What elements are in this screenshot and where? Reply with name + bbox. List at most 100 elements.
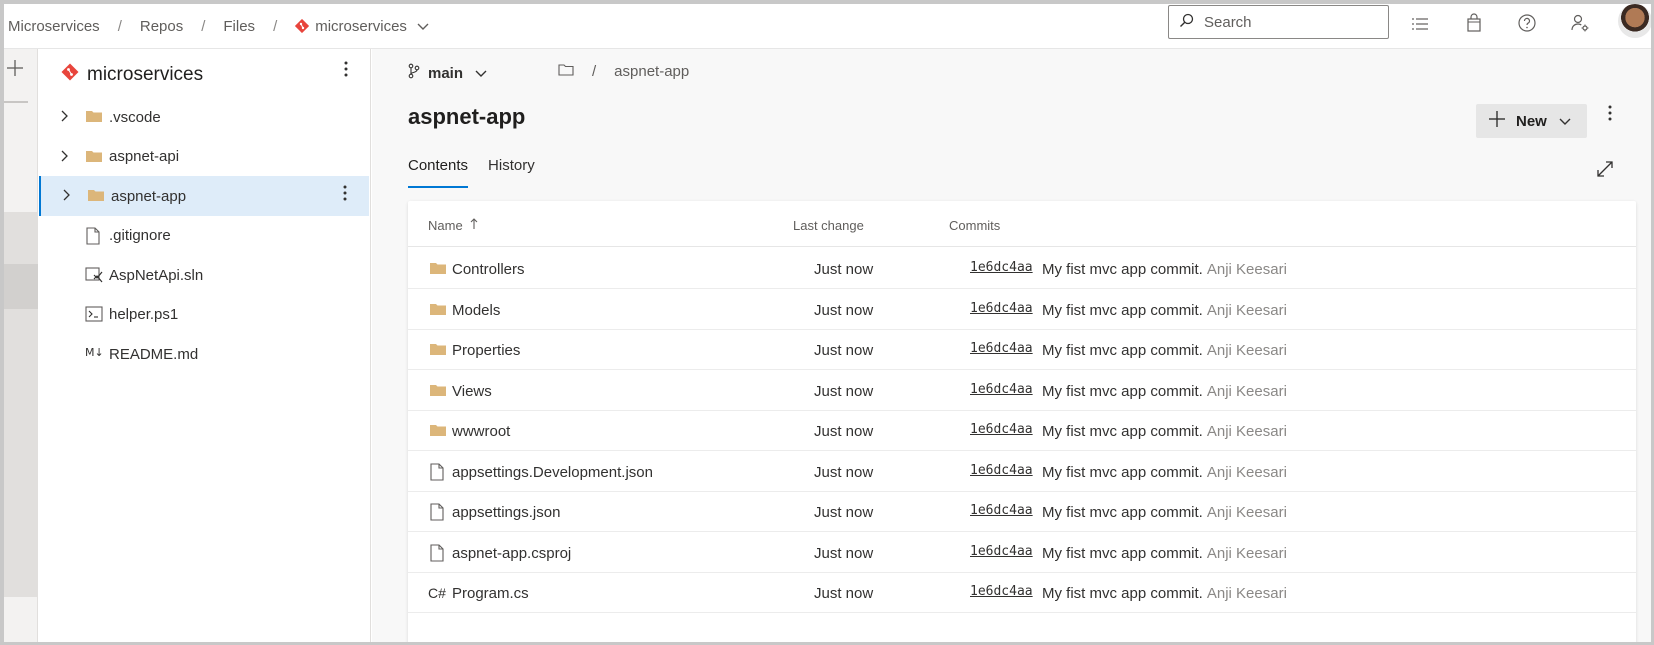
branch-icon — [408, 63, 420, 83]
file-name-link[interactable]: Models — [452, 302, 500, 319]
file-tree-panel: microservices .vscode aspnet-api aspnet-ap… — [39, 49, 371, 642]
folder-icon — [429, 341, 447, 359]
commit-message: My fist mvc app commit. Anji Keesari — [1042, 585, 1287, 602]
tree-item[interactable]: aspnet-app — [39, 176, 369, 216]
bag-icon[interactable] — [1464, 13, 1484, 33]
file-table: Name Last change Commits Controllers Just… — [408, 201, 1636, 645]
tab-history[interactable]: History — [488, 157, 535, 188]
new-button[interactable]: New — [1476, 104, 1587, 138]
more-options-icon[interactable] — [344, 61, 348, 82]
commit-message: My fist mvc app commit. Anji Keesari — [1042, 545, 1287, 562]
breadcrumb-org[interactable]: Microservices — [8, 18, 100, 35]
table-row[interactable]: appsettings.Development.json Just now 1e6d… — [408, 451, 1636, 492]
commit-message: My fist mvc app commit. Anji Keesari — [1042, 342, 1287, 359]
commit-author: Anji Keesari — [1206, 423, 1287, 440]
file-name-link[interactable]: Program.cs — [452, 585, 529, 602]
user-settings-icon[interactable] — [1570, 13, 1590, 33]
file-icon — [429, 543, 447, 562]
tab-contents[interactable]: Contents — [408, 157, 469, 188]
path-separator: / — [592, 63, 597, 80]
folder-icon — [429, 382, 447, 400]
commit-hash-link[interactable]: 1e6dc4aa — [970, 544, 1033, 559]
file-icon — [429, 462, 447, 481]
svg-text:M↓: M↓ — [85, 346, 104, 359]
add-icon[interactable] — [6, 59, 24, 81]
folder-icon — [85, 108, 103, 126]
search-input[interactable]: Search — [1168, 5, 1389, 39]
task-list-icon[interactable] — [1410, 14, 1430, 34]
last-change: Just now — [814, 423, 874, 440]
last-change: Just now — [814, 342, 874, 359]
commit-hash-link[interactable]: 1e6dc4aa — [970, 422, 1033, 437]
last-change: Just now — [814, 382, 874, 400]
table-header: Name Last change Commits — [408, 201, 1636, 247]
column-header-last-change[interactable]: Last change — [793, 218, 864, 233]
column-header-name[interactable]: Name — [428, 218, 478, 233]
commit-message-text: My fist mvc app commit. — [1042, 261, 1203, 278]
commit-hash-link[interactable]: 1e6dc4aa — [970, 260, 1033, 275]
commit-author: Anji Keesari — [1206, 301, 1287, 319]
more-options-icon[interactable] — [1608, 105, 1612, 126]
file-name-link[interactable]: aspnet-app.csproj — [452, 545, 571, 562]
breadcrumb-files[interactable]: Files — [223, 18, 255, 35]
commit-hash-link[interactable]: 1e6dc4aa — [970, 503, 1033, 518]
commit-hash-link[interactable]: 1e6dc4aa — [970, 301, 1033, 316]
last-change: Just now — [814, 261, 874, 278]
chevron-right-icon[interactable] — [63, 188, 77, 202]
branch-selector[interactable]: main — [408, 63, 487, 83]
commit-hash-link[interactable]: 1e6dc4aa — [970, 382, 1033, 397]
table-row[interactable]: wwwroot Just now 1e6dc4aa My fist mvc app c… — [408, 410, 1636, 451]
file-name-link[interactable]: appsettings.json — [452, 504, 560, 521]
folder-outline-icon[interactable] — [558, 63, 574, 80]
commit-author: Anji Keesari — [1206, 261, 1287, 278]
chevron-right-icon[interactable] — [61, 109, 75, 123]
commit-hash-link[interactable]: 1e6dc4aa — [970, 463, 1033, 478]
commit-message-text: My fist mvc app commit. — [1042, 504, 1203, 521]
table-row[interactable]: appsettings.json Just now 1e6dc4aa My fist … — [408, 491, 1636, 532]
chevron-down-icon[interactable] — [417, 18, 429, 35]
rail-divider — [4, 101, 28, 103]
help-icon[interactable] — [1517, 13, 1537, 33]
table-row[interactable]: Views Just now 1e6dc4aa My fist mvc app com… — [408, 370, 1636, 411]
commit-author: Anji Keesari — [1206, 504, 1287, 521]
more-options-icon[interactable] — [343, 185, 347, 206]
breadcrumb-repo[interactable]: microservices — [315, 18, 407, 35]
column-header-commits[interactable]: Commits — [949, 218, 1000, 233]
breadcrumb: Microservices / Repos / Files / microser… — [8, 18, 429, 35]
table-row[interactable]: C# Program.cs Just now 1e6dc4aa My fist mvc … — [408, 572, 1636, 613]
tree-item[interactable]: M↓ README.md — [39, 334, 369, 374]
page-title: aspnet-app — [408, 104, 526, 129]
chevron-down-icon — [1559, 113, 1571, 130]
folder-icon — [85, 148, 103, 166]
tree-item[interactable]: AspNetApi.sln — [39, 255, 369, 295]
commit-hash-link[interactable]: 1e6dc4aa — [970, 584, 1033, 599]
table-row[interactable]: aspnet-app.csproj Just now 1e6dc4aa My fist… — [408, 532, 1636, 573]
table-row[interactable]: Models Just now 1e6dc4aa My fist mvc app co… — [408, 289, 1636, 330]
chevron-right-icon[interactable] — [61, 149, 75, 163]
path-current: aspnet-app — [614, 63, 690, 80]
tree-item-label: aspnet-app — [111, 187, 187, 205]
file-name-link[interactable]: wwwroot — [452, 423, 510, 440]
tree-item[interactable]: helper.ps1 — [39, 295, 369, 335]
folder-icon — [87, 187, 105, 205]
file-name-link[interactable]: Views — [452, 383, 492, 400]
tree-item[interactable]: .vscode — [39, 97, 369, 137]
column-header-name-label: Name — [428, 218, 463, 233]
file-name-link[interactable]: appsettings.Development.json — [452, 464, 653, 481]
tree-repo-name[interactable]: microservices — [87, 64, 203, 86]
avatar[interactable] — [1618, 4, 1652, 38]
chevron-down-icon — [475, 65, 487, 82]
file-name-link[interactable]: Properties — [452, 342, 520, 359]
breadcrumb-separator: / — [201, 17, 206, 35]
branch-name: main — [428, 64, 464, 82]
tree-item-label: README.md — [109, 345, 199, 363]
table-row[interactable]: Properties Just now 1e6dc4aa My fist mvc ap… — [408, 329, 1636, 370]
file-icon — [85, 226, 103, 245]
commit-hash-link[interactable]: 1e6dc4aa — [970, 341, 1033, 356]
file-name-link[interactable]: Controllers — [452, 261, 525, 278]
table-row[interactable]: Controllers Just now 1e6dc4aa My fist mvc a… — [408, 248, 1636, 289]
tree-item[interactable]: .gitignore — [39, 216, 369, 256]
tree-item[interactable]: aspnet-api — [39, 137, 369, 177]
fullscreen-icon[interactable] — [1595, 159, 1615, 179]
breadcrumb-repos[interactable]: Repos — [140, 18, 183, 35]
